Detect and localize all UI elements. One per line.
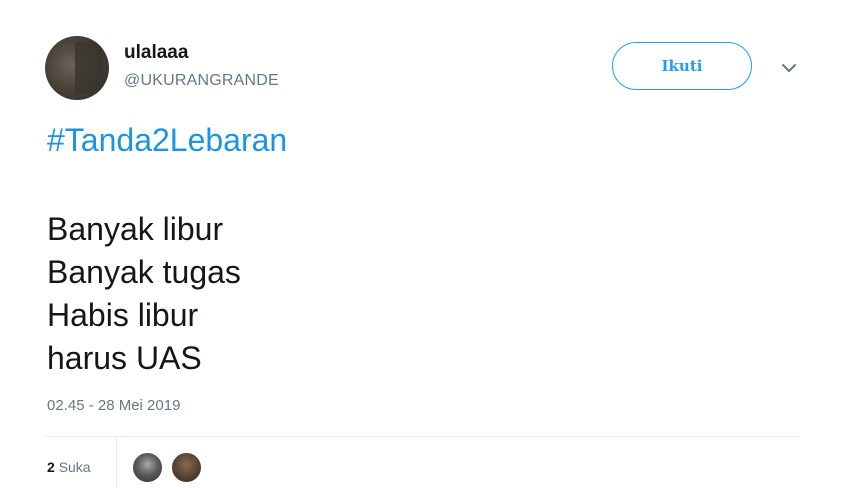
user-handle[interactable]: @UKURANGRANDE [124,72,279,90]
chevron-down-icon[interactable] [778,58,800,78]
avatar-image-detail [75,42,103,94]
tweet-text-line: Habis libur [47,297,199,333]
tweet-card: ulalaaa @UKURANGRANDE Ikuti #Tanda2Lebar… [0,0,850,488]
likes-label: Suka [58,459,91,475]
liker-avatar[interactable] [170,451,203,484]
display-name[interactable]: ulalaaa [124,42,188,64]
divider [44,436,800,437]
hashtag-link[interactable]: #Tanda2Lebaran [47,122,287,159]
tweet-text: Banyak libur Banyak tugas Habis libur ha… [47,208,241,380]
tweet-timestamp[interactable]: 02.45 - 28 Mei 2019 [47,397,180,414]
tweet-text-line: Banyak tugas [47,254,241,290]
stats-separator [116,437,117,488]
liker-avatar[interactable] [131,451,164,484]
tweet-text-line: harus UAS [47,340,202,376]
likes-count: 2 [47,459,55,475]
follow-button[interactable]: Ikuti [612,42,752,90]
avatar[interactable] [45,36,109,100]
tweet-text-line: Banyak libur [47,211,224,247]
likes-stat[interactable]: 2 Suka [47,459,91,475]
